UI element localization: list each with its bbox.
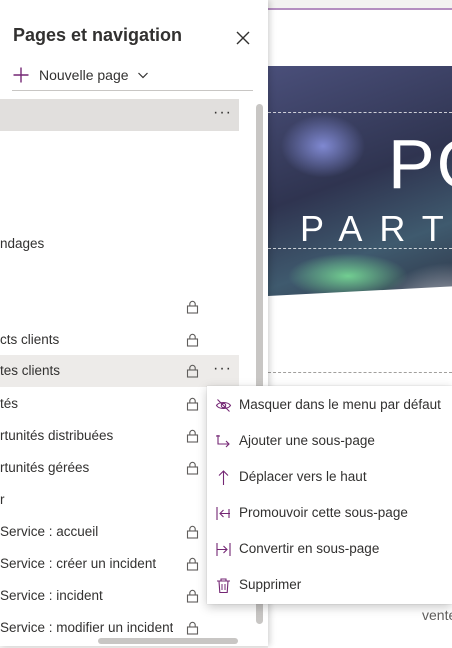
nav-item[interactable]: r	[0, 484, 239, 516]
hero-banner: PO PART	[268, 66, 452, 318]
trash-icon	[215, 577, 232, 594]
nav-item[interactable]: Service : accueil	[0, 516, 239, 548]
hero-subtitle: PART	[300, 208, 452, 249]
nav-item-label: Service : créer un incident	[0, 556, 157, 571]
nav-item[interactable]: ···	[0, 99, 239, 131]
add-subpage-icon	[215, 433, 232, 450]
eye-hide-icon	[215, 397, 232, 414]
lock-icon	[186, 557, 199, 571]
nav-item-label: tes clients	[0, 363, 61, 378]
lock-icon	[186, 589, 199, 603]
context-menu-item[interactable]: Masquer dans le menu par défaut	[207, 387, 452, 423]
nav-item[interactable]	[0, 291, 239, 323]
lock-icon	[186, 397, 199, 411]
lock-icon	[186, 429, 199, 443]
nav-item-label: Service : accueil	[0, 524, 99, 539]
lock-icon	[186, 525, 199, 539]
context-menu-item-label: Promouvoir cette sous-page	[239, 505, 408, 520]
arrow-up-icon	[215, 469, 232, 486]
hero-title: PO	[388, 125, 452, 203]
nav-item-label: rtunités distribuées	[0, 428, 114, 443]
context-menu-item[interactable]: Promouvoir cette sous-page	[207, 495, 452, 531]
hero-edge	[268, 286, 452, 318]
nav-item-label: cts clients	[0, 332, 60, 347]
preview-footer-text: vente	[422, 607, 452, 623]
nav-item[interactable]: tes clients ···	[0, 355, 239, 387]
promote-icon	[215, 505, 232, 522]
nav-item[interactable]: rtunités distribuées	[0, 420, 239, 452]
context-menu-item[interactable]: Déplacer vers le haut	[207, 459, 452, 495]
nav-item-label: r	[0, 492, 5, 507]
lock-icon	[186, 364, 199, 378]
nav-item[interactable]: tés	[0, 388, 239, 420]
nav-item[interactable]: rtunités gérées	[0, 452, 239, 484]
nav-item[interactable]: Service : incident	[0, 580, 239, 612]
nav-item-label: Service : incident	[0, 588, 103, 603]
context-menu-item[interactable]: Convertir en sous-page	[207, 531, 452, 567]
horizontal-scrollbar-thumb[interactable]	[98, 638, 238, 644]
hero-guide-line-top	[268, 112, 452, 113]
nav-item-label: tés	[0, 396, 19, 411]
context-menu-item-label: Masquer dans le menu par défaut	[239, 397, 441, 412]
lock-icon	[186, 621, 199, 635]
context-menu-item-label: Déplacer vers le haut	[239, 469, 367, 484]
hero-guide-line-bottom	[268, 248, 452, 249]
nav-item[interactable]: Service : créer un incident	[0, 548, 239, 580]
context-menu-item-label: Supprimer	[239, 577, 302, 592]
section-divider	[268, 372, 452, 373]
lock-icon	[186, 333, 199, 347]
nav-item[interactable]: ndages	[0, 228, 239, 260]
page-context-menu: Masquer dans le menu par défaut Ajouter u…	[207, 386, 452, 604]
nav-item-label: rtunités gérées	[0, 460, 90, 475]
nav-item-label: ndages	[0, 236, 45, 251]
nav-item[interactable]: cts clients	[0, 324, 239, 356]
context-menu-item[interactable]: Supprimer	[207, 567, 452, 603]
lock-icon	[186, 461, 199, 475]
demote-icon	[215, 541, 232, 558]
more-options-icon[interactable]: ···	[213, 105, 233, 122]
nav-item[interactable]	[0, 131, 239, 163]
context-menu-item[interactable]: Ajouter une sous-page	[207, 423, 452, 459]
more-options-icon[interactable]: ···	[213, 361, 233, 378]
context-menu-item-label: Ajouter une sous-page	[239, 433, 375, 448]
context-menu-item-label: Convertir en sous-page	[239, 541, 380, 556]
lock-icon	[186, 300, 199, 314]
